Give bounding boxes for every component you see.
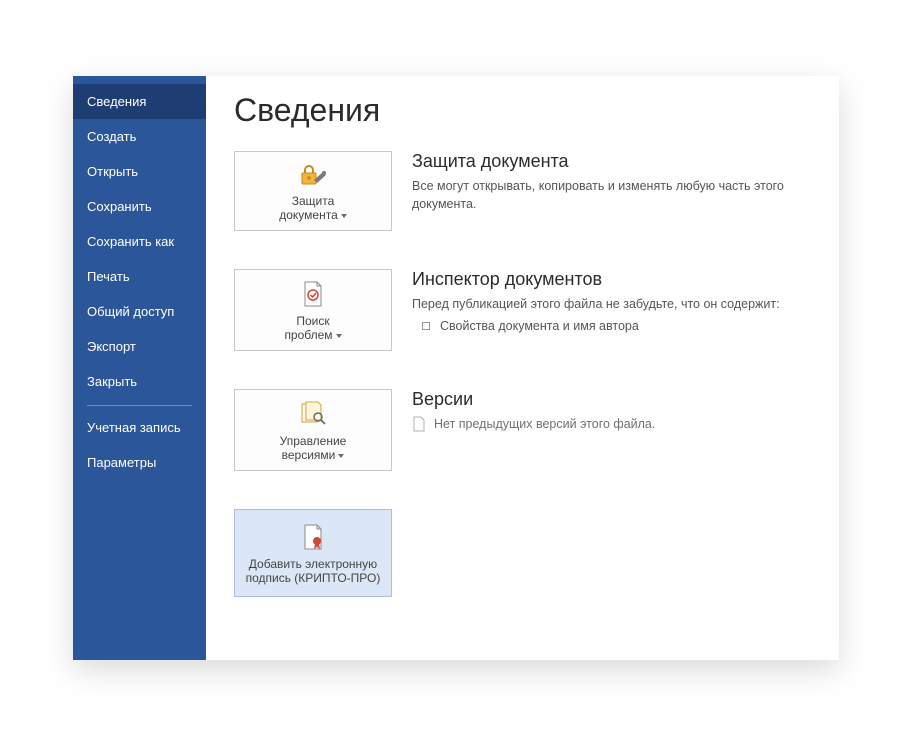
section-sign: Добавить электронную подпись (КРИПТО-ПРО… (234, 509, 811, 597)
chevron-down-icon (341, 214, 347, 218)
sidebar-item-save[interactable]: Сохранить (73, 189, 206, 224)
versions-text: Нет предыдущих версий этого файла. (434, 417, 655, 431)
inspect-bullet: Свойства документа и имя автора (412, 319, 780, 333)
tile-label: Управление (280, 434, 347, 448)
tile-label: проблем (284, 328, 332, 342)
chevron-down-icon (336, 334, 342, 338)
sidebar-item-account[interactable]: Учетная запись (73, 410, 206, 445)
tile-label: Добавить электронную (249, 557, 377, 571)
sidebar-item-open[interactable]: Открыть (73, 154, 206, 189)
versions-title: Версии (412, 389, 655, 410)
backstage-window: Сведения Создать Открыть Сохранить Сохра… (73, 76, 839, 660)
sidebar: Сведения Создать Открыть Сохранить Сохра… (73, 76, 206, 660)
tile-label: подпись (КРИПТО-ПРО) (246, 571, 381, 585)
bullet-icon (422, 322, 430, 330)
lock-key-icon (298, 162, 328, 188)
tile-label: Защита (292, 194, 335, 208)
main-panel: Сведения Защита документа Защита докумен… (206, 76, 839, 660)
inspect-title: Инспектор документов (412, 269, 780, 290)
documents-magnify-icon (298, 400, 328, 428)
inspect-desc: Перед публикацией этого файла не забудьт… (412, 296, 780, 314)
chevron-down-icon (338, 454, 344, 458)
sidebar-item-saveas[interactable]: Сохранить как (73, 224, 206, 259)
tile-label: документа (279, 208, 338, 222)
manage-versions-button[interactable]: Управление версиями (234, 389, 392, 471)
versions-info: Версии Нет предыдущих версий этого файла… (412, 389, 655, 432)
sidebar-item-print[interactable]: Печать (73, 259, 206, 294)
protect-document-button[interactable]: Защита документа (234, 151, 392, 231)
document-check-icon (301, 280, 325, 308)
sidebar-separator (87, 405, 192, 406)
section-versions: Управление версиями Версии Нет предыдущи… (234, 389, 811, 471)
document-outline-icon (412, 416, 426, 432)
sidebar-item-info[interactable]: Сведения (73, 84, 206, 119)
check-issues-button[interactable]: Поиск проблем (234, 269, 392, 351)
protect-desc: Все могут открывать, копировать и изменя… (412, 178, 792, 213)
section-protect: Защита документа Защита документа Все мо… (234, 151, 811, 231)
protect-info: Защита документа Все могут открывать, ко… (412, 151, 792, 213)
protect-title: Защита документа (412, 151, 792, 172)
sidebar-item-options[interactable]: Параметры (73, 445, 206, 480)
add-digital-signature-button[interactable]: Добавить электронную подпись (КРИПТО-ПРО… (234, 509, 392, 597)
inspect-info: Инспектор документов Перед публикацией э… (412, 269, 780, 333)
sidebar-item-close[interactable]: Закрыть (73, 364, 206, 399)
sidebar-item-new[interactable]: Создать (73, 119, 206, 154)
sidebar-item-share[interactable]: Общий доступ (73, 294, 206, 329)
section-inspect: Поиск проблем Инспектор документов Перед… (234, 269, 811, 351)
versions-desc: Нет предыдущих версий этого файла. (412, 416, 655, 432)
bullet-text: Свойства документа и имя автора (440, 319, 639, 333)
document-seal-icon (301, 523, 325, 551)
page-title: Сведения (234, 92, 811, 129)
sidebar-item-export[interactable]: Экспорт (73, 329, 206, 364)
tile-label: Поиск (296, 314, 329, 328)
tile-label: версиями (282, 448, 336, 462)
